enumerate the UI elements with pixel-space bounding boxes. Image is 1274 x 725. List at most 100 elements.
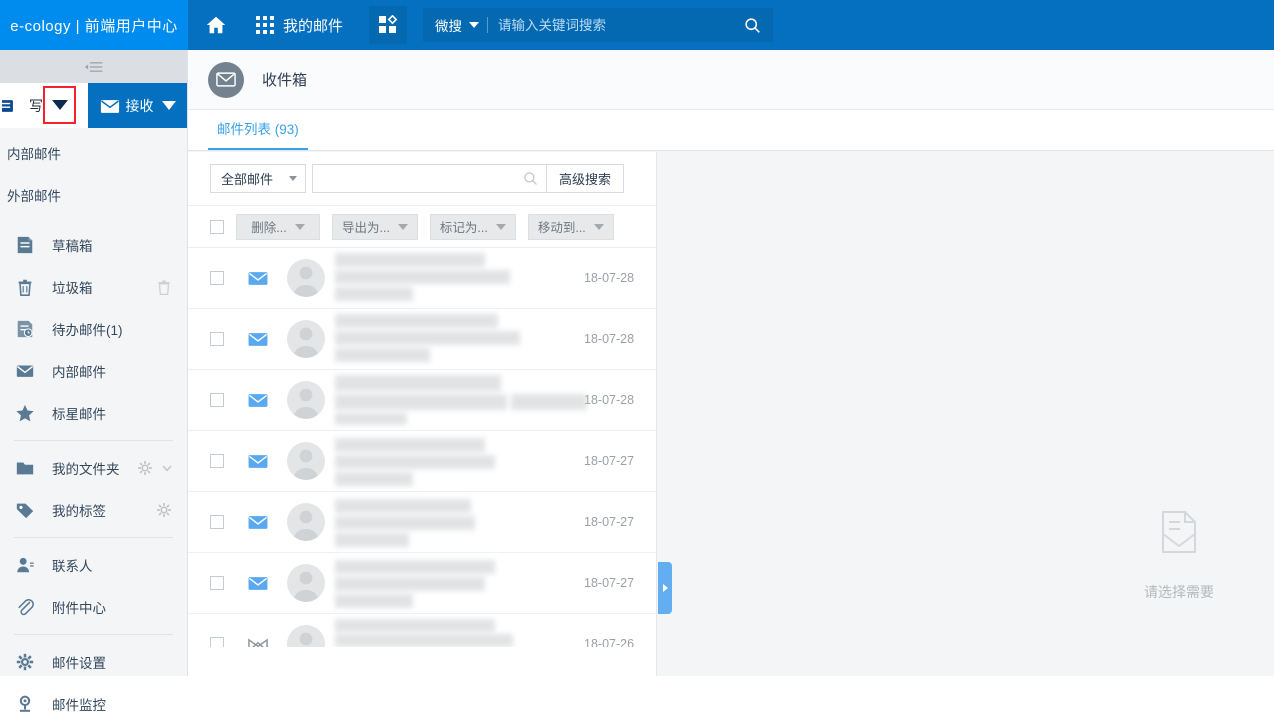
mail-row-body xyxy=(335,436,580,486)
avatar xyxy=(287,442,325,480)
home-icon xyxy=(206,16,226,34)
mail-row-checkbox[interactable] xyxy=(210,271,224,285)
keyword-search-input[interactable] xyxy=(321,171,523,186)
mail-row-checkbox[interactable] xyxy=(210,576,224,590)
avatar xyxy=(287,381,325,419)
mail-row-checkbox[interactable] xyxy=(210,393,224,407)
sidebar-item-trash[interactable]: 垃圾箱 xyxy=(0,266,187,308)
star-icon xyxy=(16,404,34,422)
mail-row[interactable]: 交易服务提醒消息 18-07-26 xyxy=(188,614,656,647)
mail-scope-select[interactable]: 全部邮件 xyxy=(210,164,306,193)
caret-down-icon xyxy=(495,223,506,230)
chevron-down-icon[interactable] xyxy=(161,462,173,474)
caret-down-icon xyxy=(51,100,68,110)
modules-button[interactable] xyxy=(369,6,408,44)
mail-unread-icon[interactable] xyxy=(248,393,268,408)
sidebar-item-my-tags[interactable]: 我的标签 xyxy=(0,489,187,531)
mail-row-checkbox[interactable] xyxy=(210,515,224,529)
gear-icon[interactable] xyxy=(155,501,173,519)
mail-unread-icon[interactable] xyxy=(248,454,268,469)
mail-row[interactable]: 18-07-27 xyxy=(188,431,656,492)
mail-row-list: 18-07-28 18-07-28 18-07-28 18-07-27 18-07-27… xyxy=(188,248,656,647)
redacted-text xyxy=(511,394,587,410)
mail-unread-icon[interactable] xyxy=(248,271,268,286)
select-all-checkbox[interactable] xyxy=(210,219,224,234)
mail-list-toolbar: 删除... 导出为... 标记为... 移动到... xyxy=(188,206,656,248)
sidebar-item-mail-settings[interactable]: 邮件设置 xyxy=(0,641,187,683)
receive-label: 接收 xyxy=(125,97,154,114)
app-logo-text: e-cology | 前端用户中心 xyxy=(10,17,178,35)
mail-preview-pane: 请选择需要 xyxy=(658,152,1274,676)
search-icon[interactable] xyxy=(523,171,538,186)
menu-item-external-mail[interactable]: 外部邮件 xyxy=(0,174,187,216)
sidebar-divider xyxy=(14,440,173,441)
mail-unread-icon[interactable] xyxy=(248,576,268,591)
sidebar-divider xyxy=(14,537,173,538)
search-input[interactable] xyxy=(498,17,745,33)
sidebar-item-label: 邮件监控 xyxy=(52,698,106,713)
chevron-down-icon[interactable] xyxy=(469,22,480,28)
mail-row[interactable]: 18-07-27 xyxy=(188,553,656,614)
global-search-bar[interactable]: 微搜 xyxy=(423,8,774,42)
sidebar-item-label: 邮件设置 xyxy=(52,656,106,671)
sidebar-item-mail-monitor[interactable]: 邮件监控 xyxy=(0,683,187,725)
modules-icon xyxy=(379,15,398,33)
sidebar-item-contacts[interactable]: 联系人 xyxy=(0,544,187,586)
redacted-text xyxy=(335,287,413,301)
mail-scope-value: 全部邮件 xyxy=(221,172,274,187)
menu-item-internal-mail[interactable]: 内部邮件 xyxy=(0,132,187,174)
mail-row[interactable]: 18-07-28 xyxy=(188,248,656,309)
redacted-text xyxy=(335,499,471,513)
sidebar-item-label: 标星邮件 xyxy=(52,407,106,422)
sidebar-item-drafts[interactable]: 草稿箱 xyxy=(0,224,187,266)
page-title: 收件箱 xyxy=(262,72,308,89)
avatar xyxy=(287,625,325,647)
sidebar-item-starred-mail[interactable]: 标星邮件 xyxy=(0,392,187,434)
search-icon[interactable] xyxy=(744,17,761,34)
home-button[interactable] xyxy=(188,0,244,50)
sidebar-item-label: 草稿箱 xyxy=(52,239,93,254)
trash-icon xyxy=(18,279,32,296)
app-logo[interactable]: e-cology | 前端用户中心 xyxy=(0,0,188,50)
caret-down-icon xyxy=(294,223,305,230)
gear-icon[interactable] xyxy=(136,459,154,477)
menu-item-label: 内部邮件 xyxy=(7,147,61,162)
keyword-search-box[interactable] xyxy=(312,164,547,193)
redacted-text xyxy=(335,394,507,410)
move-to-button[interactable]: 移动到... xyxy=(527,213,614,240)
export-as-button[interactable]: 导出为... xyxy=(332,213,418,240)
mail-row-checkbox[interactable] xyxy=(210,454,224,468)
empty-trash-icon[interactable] xyxy=(155,278,173,296)
delete-button[interactable]: 删除... xyxy=(236,213,320,240)
mark-as-button[interactable]: 标记为... xyxy=(429,213,516,240)
export-as-label: 导出为... xyxy=(342,221,390,235)
draft-icon xyxy=(17,236,33,254)
mail-date: 18-07-28 xyxy=(584,271,635,285)
sidebar-item-internal-mail[interactable]: 内部邮件 xyxy=(0,350,187,392)
sidebar-item-my-folders[interactable]: 我的文件夹 xyxy=(0,447,187,489)
mail-row-checkbox[interactable] xyxy=(210,637,224,647)
sidebar-item-todo-mail[interactable]: 待办邮件(1) xyxy=(0,308,187,350)
my-mail-apps-button[interactable]: 我的邮件 xyxy=(244,0,351,50)
collapse-menu-icon[interactable] xyxy=(84,60,104,74)
sidebar-divider xyxy=(14,634,173,635)
mail-tabs: 邮件列表 (93) xyxy=(188,110,1274,151)
avatar xyxy=(287,564,325,602)
mail-read-icon[interactable] xyxy=(248,637,268,648)
tab-mail-list[interactable]: 邮件列表 (93) xyxy=(208,110,308,150)
mail-row[interactable]: 18-07-28 xyxy=(188,370,656,431)
mail-row[interactable]: 18-07-27 xyxy=(188,492,656,553)
mail-row-body: 交易服务提醒消息 xyxy=(335,619,580,647)
mail-unread-icon[interactable] xyxy=(248,332,268,347)
advanced-search-button[interactable]: 高级搜索 xyxy=(546,164,625,193)
sidebar-item-attachment-center[interactable]: 附件中心 xyxy=(0,586,187,628)
mail-row[interactable]: 18-07-28 xyxy=(188,309,656,370)
expand-arrow-icon xyxy=(662,584,668,592)
redacted-text xyxy=(335,438,485,452)
sidebar-collapse-row[interactable] xyxy=(0,50,187,83)
receive-button[interactable]: 接收 xyxy=(88,83,187,128)
mail-row-checkbox[interactable] xyxy=(210,332,224,346)
mail-unread-icon[interactable] xyxy=(248,515,268,530)
compose-dropdown-toggle[interactable] xyxy=(43,86,76,124)
preview-expand-tab[interactable] xyxy=(658,562,672,614)
